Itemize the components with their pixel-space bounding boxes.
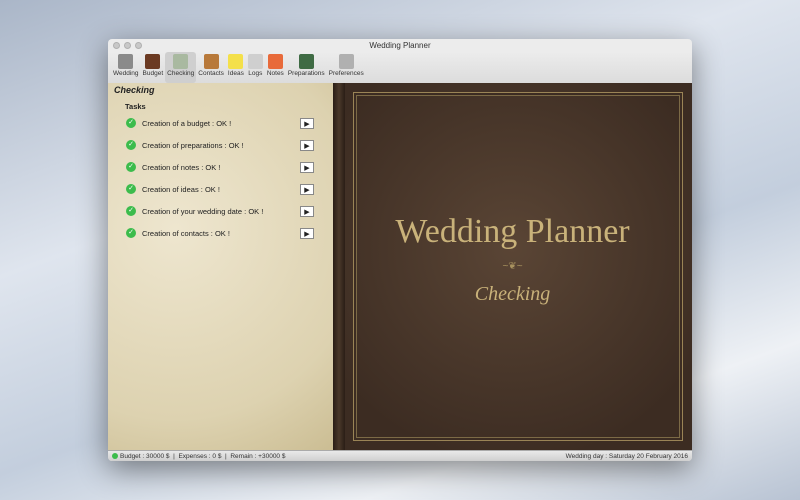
task-row: ✓ Creation of a budget : OK ! ▶ bbox=[126, 117, 316, 129]
toolbar-label: Preferences bbox=[328, 70, 364, 77]
toolbar: Wedding Budget Checking Contacts Ideas Logs No… bbox=[108, 52, 692, 84]
toolbar-label: Ideas bbox=[227, 70, 244, 77]
check-icon: ✓ bbox=[126, 118, 136, 128]
panel-title: Checking bbox=[114, 85, 155, 95]
toolbar-label: Notes bbox=[266, 70, 284, 77]
title-bar: Wedding Planner bbox=[108, 39, 692, 52]
task-row: ✓ Creation of contacts : OK ! ▶ bbox=[126, 227, 316, 239]
book-cover: Wedding Planner ~❦~ Checking bbox=[333, 83, 692, 450]
toolbar-contacts[interactable]: Contacts bbox=[196, 52, 226, 83]
preparations-icon bbox=[298, 54, 314, 69]
play-button[interactable]: ▶ bbox=[300, 139, 314, 151]
toolbar-wedding[interactable]: Wedding bbox=[111, 52, 141, 83]
remain-status: Remain : +30000 $ bbox=[230, 453, 286, 460]
ideas-icon bbox=[228, 54, 244, 69]
toolbar-label: Checking bbox=[167, 70, 195, 77]
notes-icon bbox=[267, 54, 283, 69]
task-label: Creation of ideas : OK ! bbox=[142, 184, 220, 194]
ornament-icon: ~❦~ bbox=[502, 261, 523, 272]
check-icon: ✓ bbox=[126, 140, 136, 150]
play-button[interactable]: ▶ bbox=[300, 227, 314, 239]
contacts-icon bbox=[203, 54, 219, 69]
check-icon: ✓ bbox=[126, 206, 136, 216]
toolbar-preferences[interactable]: Preferences bbox=[327, 52, 366, 83]
task-label: Creation of contacts : OK ! bbox=[142, 228, 230, 238]
tasks-heading: Tasks bbox=[125, 102, 146, 111]
check-icon: ✓ bbox=[126, 162, 136, 172]
toolbar-label: Contacts bbox=[198, 70, 224, 77]
toolbar-budget[interactable]: Budget bbox=[141, 52, 166, 83]
task-label: Creation of a budget : OK ! bbox=[142, 118, 232, 128]
toolbar-checking[interactable]: Checking bbox=[165, 52, 197, 83]
play-button[interactable]: ▶ bbox=[300, 117, 314, 129]
play-button[interactable]: ▶ bbox=[300, 205, 314, 217]
app-window: Wedding Planner Wedding Budget Checking Con… bbox=[108, 39, 692, 461]
minimize-button[interactable] bbox=[124, 42, 131, 49]
toolbar-label: Preparations bbox=[287, 70, 325, 77]
task-row: ✓ Creation of ideas : OK ! ▶ bbox=[126, 183, 316, 195]
task-row: ✓ Creation of preparations : OK ! ▶ bbox=[126, 139, 316, 151]
checking-panel: Checking Tasks ✓ Creation of a budget : O… bbox=[108, 83, 333, 450]
zoom-button[interactable] bbox=[135, 42, 142, 49]
book-title: Wedding Planner bbox=[395, 213, 630, 250]
checking-icon bbox=[173, 54, 189, 69]
status-bar: Budget : 30000 $ | Expenses : 0 $ | Rema… bbox=[108, 450, 692, 461]
toolbar-notes[interactable]: Notes bbox=[265, 52, 286, 83]
preferences-icon bbox=[338, 54, 354, 69]
book-subtitle: Checking bbox=[474, 283, 551, 305]
close-button[interactable] bbox=[113, 42, 120, 49]
play-button[interactable]: ▶ bbox=[300, 183, 314, 195]
task-label: Creation of notes : OK ! bbox=[142, 162, 221, 172]
check-icon: ✓ bbox=[126, 228, 136, 238]
toolbar-logs[interactable]: Logs bbox=[246, 52, 265, 83]
budget-icon bbox=[145, 54, 161, 69]
wedding-icon bbox=[118, 54, 134, 69]
toolbar-preparations[interactable]: Preparations bbox=[286, 52, 327, 83]
logs-icon bbox=[247, 54, 263, 69]
expenses-status: Expenses : 0 $ bbox=[178, 453, 222, 460]
play-button[interactable]: ▶ bbox=[300, 161, 314, 173]
task-label: Creation of preparations : OK ! bbox=[142, 140, 244, 150]
wedding-day-status: Wedding day : Saturday 20 February 2016 bbox=[565, 453, 688, 460]
task-row: ✓ Creation of your wedding date : OK ! ▶ bbox=[126, 205, 316, 217]
status-ok-icon bbox=[112, 453, 118, 459]
task-row: ✓ Creation of notes : OK ! ▶ bbox=[126, 161, 316, 173]
check-icon: ✓ bbox=[126, 184, 136, 194]
toolbar-label: Wedding bbox=[113, 70, 139, 77]
window-title: Wedding Planner bbox=[369, 41, 431, 50]
task-label: Creation of your wedding date : OK ! bbox=[142, 206, 264, 216]
toolbar-label: Budget bbox=[142, 70, 164, 77]
toolbar-label: Logs bbox=[248, 70, 263, 77]
budget-status: Budget : 30000 $ bbox=[120, 453, 170, 460]
toolbar-ideas[interactable]: Ideas bbox=[226, 52, 246, 83]
